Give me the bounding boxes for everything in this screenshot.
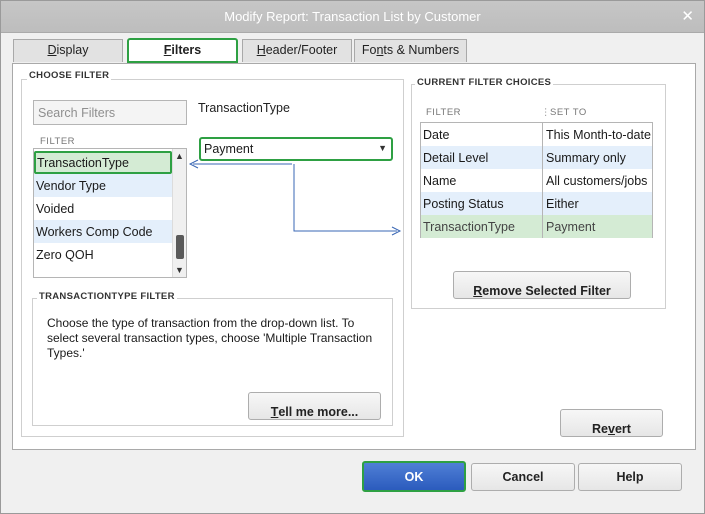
connector-arrows [188,159,402,236]
dropdown-to-table-arrow [293,164,397,232]
modify-report-dialog: Modify Report: Transaction List by Custo… [0,0,705,514]
